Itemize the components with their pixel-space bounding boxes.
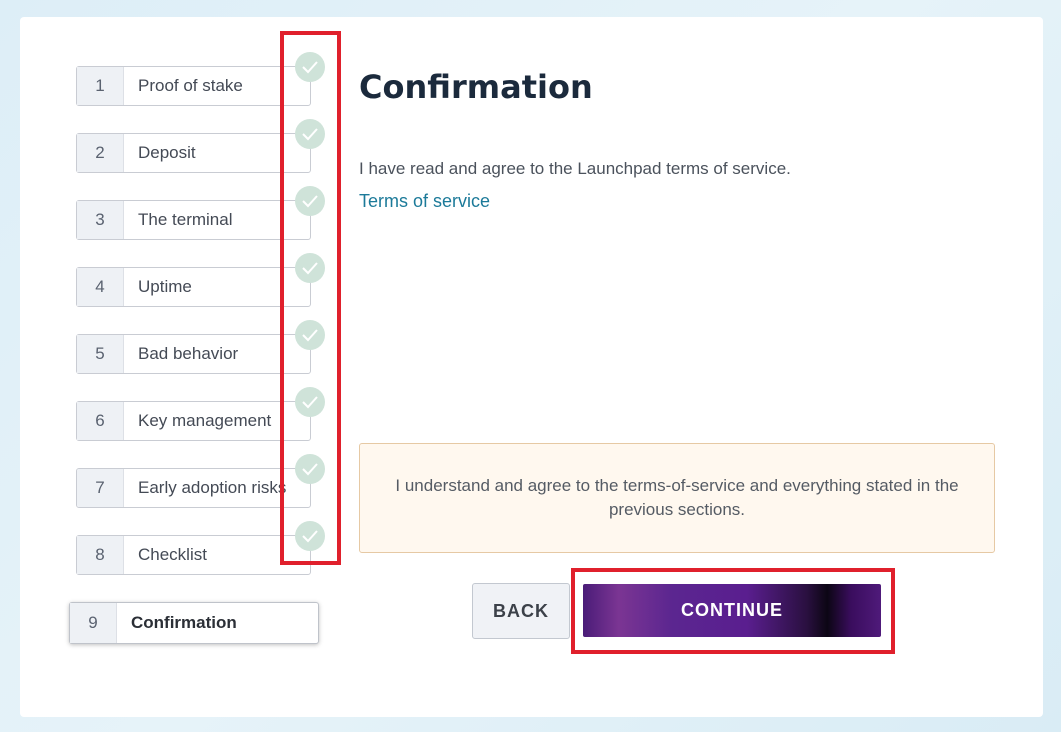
step-number: 3 bbox=[77, 201, 124, 239]
back-button[interactable]: BACK bbox=[472, 583, 570, 639]
step-number: 6 bbox=[77, 402, 124, 440]
step-label: Early adoption risks bbox=[138, 478, 287, 497]
step-item-proof-of-stake[interactable]: 1 Proof of stake bbox=[76, 66, 311, 106]
step-item-bad-behavior[interactable]: 5 Bad behavior bbox=[76, 334, 311, 374]
step-number: 1 bbox=[77, 67, 124, 105]
step-number: 2 bbox=[77, 134, 124, 172]
step-label: Key management bbox=[138, 411, 272, 430]
step-label: Proof of stake bbox=[138, 76, 243, 95]
step-item-early-adoption-risks[interactable]: 7 Early adoption risks bbox=[76, 468, 311, 508]
step-item-deposit[interactable]: 2 Deposit bbox=[76, 133, 311, 173]
agreement-text: I have read and agree to the Launchpad t… bbox=[359, 159, 791, 178]
step-number: 8 bbox=[77, 536, 124, 574]
step-label: The terminal bbox=[138, 210, 233, 229]
step-number: 9 bbox=[70, 603, 117, 643]
step-item-the-terminal[interactable]: 3 The terminal bbox=[76, 200, 311, 240]
agreement-notice-text: I understand and agree to the terms-of-s… bbox=[395, 476, 959, 519]
step-item-confirmation[interactable]: 9 Confirmation bbox=[69, 602, 319, 644]
step-label: Uptime bbox=[138, 277, 192, 296]
step-item-uptime[interactable]: 4 Uptime bbox=[76, 267, 311, 307]
step-number: 7 bbox=[77, 469, 124, 507]
step-label: Confirmation bbox=[131, 613, 237, 632]
checkmarks-highlight-box bbox=[280, 31, 341, 565]
agreement-checkbox-panel[interactable]: I understand and agree to the terms-of-s… bbox=[359, 443, 995, 553]
step-item-checklist[interactable]: 8 Checklist bbox=[76, 535, 311, 575]
step-label: Checklist bbox=[138, 545, 207, 564]
page-title: Confirmation bbox=[359, 68, 593, 106]
continue-highlight-box bbox=[571, 568, 895, 654]
step-item-key-management[interactable]: 6 Key management bbox=[76, 401, 311, 441]
step-number: 4 bbox=[77, 268, 124, 306]
terms-of-service-link[interactable]: Terms of service bbox=[359, 191, 490, 212]
step-label: Deposit bbox=[138, 143, 196, 162]
step-number: 5 bbox=[77, 335, 124, 373]
step-label: Bad behavior bbox=[138, 344, 239, 363]
